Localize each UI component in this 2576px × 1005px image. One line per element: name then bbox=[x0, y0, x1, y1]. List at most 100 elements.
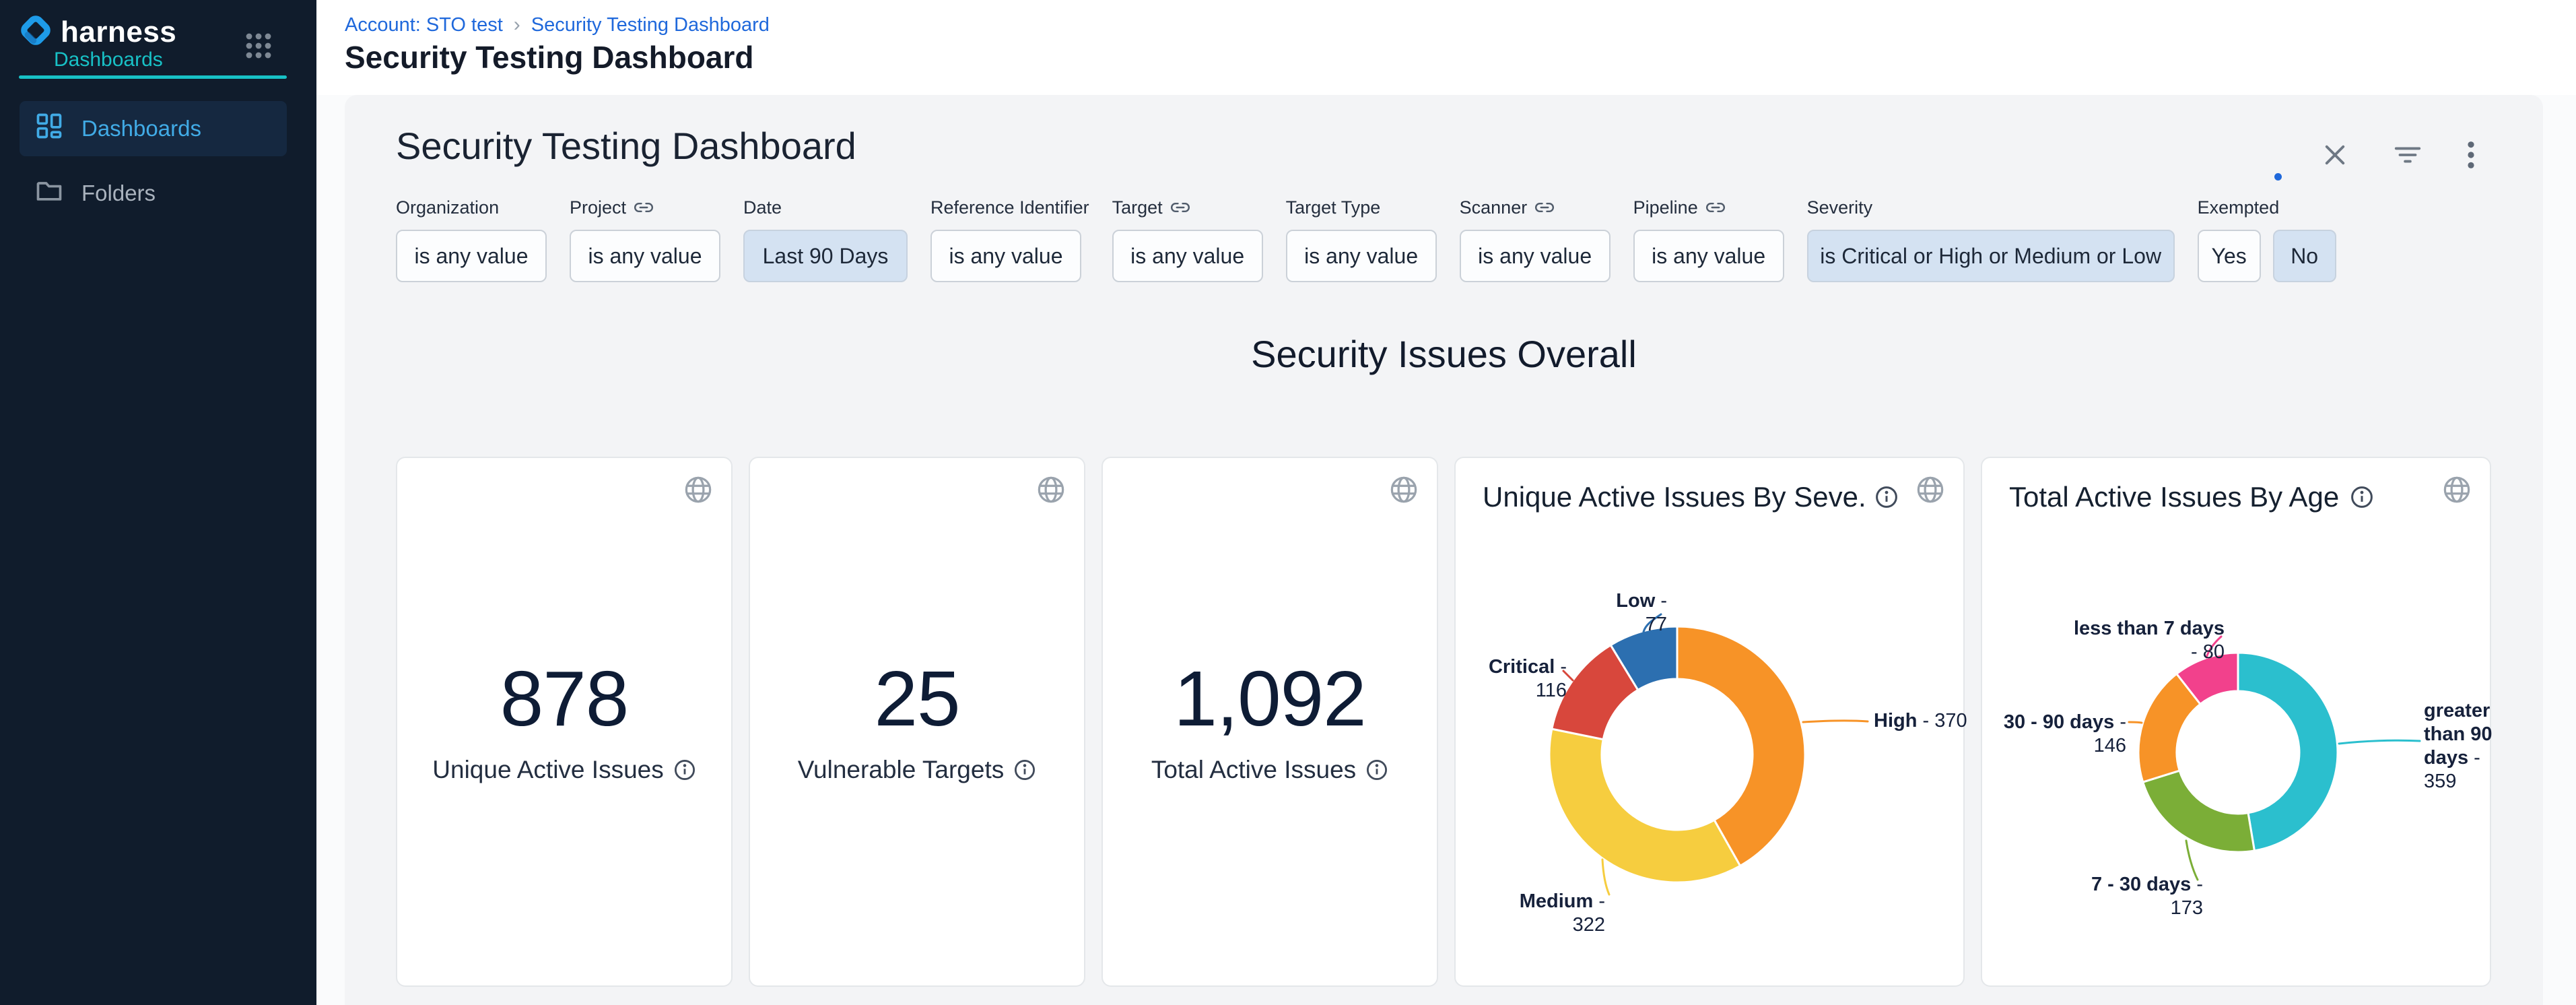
chart-title: Unique Active Issues By Seve... bbox=[1483, 481, 1864, 513]
kebab-menu-icon[interactable] bbox=[2466, 139, 2476, 170]
filter-value-scanner[interactable]: is any value bbox=[1460, 230, 1611, 282]
filter-value-organization[interactable]: is any value bbox=[396, 230, 547, 282]
stat-value: 25 bbox=[750, 653, 1084, 744]
breadcrumb: Account: STO test › Security Testing Das… bbox=[345, 13, 770, 36]
close-icon[interactable] bbox=[2321, 141, 2349, 169]
top-header: Account: STO test › Security Testing Das… bbox=[316, 0, 2576, 95]
filter-scanner: Scanner is any value bbox=[1460, 196, 1611, 282]
stat-label: Unique Active Issues bbox=[397, 756, 731, 784]
filter-label-text: Pipeline bbox=[1633, 197, 1698, 218]
donut-slice-7-30-days[interactable] bbox=[2143, 771, 2255, 852]
filter-label: Severity bbox=[1807, 196, 2175, 219]
dashboard-actions bbox=[2321, 139, 2476, 170]
donut-slice-medium[interactable] bbox=[1549, 729, 1740, 882]
info-icon[interactable] bbox=[1874, 485, 1899, 509]
filter-exempted: Exempted YesNo bbox=[2198, 196, 2336, 282]
globe-icon[interactable] bbox=[1388, 474, 1419, 509]
section-title: Security Issues Overall bbox=[345, 332, 2543, 377]
harness-logo[interactable]: harness bbox=[18, 12, 176, 52]
filter-date: Date Last 90 Days bbox=[743, 196, 908, 282]
link-icon[interactable] bbox=[1171, 198, 1190, 217]
info-icon[interactable] bbox=[673, 758, 696, 781]
donut-label-less-than-7-days: less than 7 days - 80 bbox=[2066, 617, 2225, 664]
filter-lines-icon[interactable] bbox=[2392, 139, 2423, 170]
chart-title: Total Active Issues By Age bbox=[2009, 481, 2339, 513]
page-title: Security Testing Dashboard bbox=[345, 39, 754, 75]
filter-value-target[interactable]: is any value bbox=[1112, 230, 1263, 282]
sidebar-item-dashboards[interactable]: Dashboards bbox=[20, 101, 287, 156]
donut-label-critical: Critical - 116 bbox=[1464, 655, 1567, 703]
globe-icon[interactable] bbox=[683, 474, 714, 509]
stat-card-unique-active-issues: 878 Unique Active Issues bbox=[396, 457, 733, 987]
sidebar-item-label: Folders bbox=[81, 181, 156, 206]
donut-label-low: Low - 77 bbox=[1592, 589, 1667, 637]
globe-icon[interactable] bbox=[2441, 474, 2472, 509]
donut-label-high: High - 370 bbox=[1874, 709, 1975, 733]
filter-target-type: Target Typeis any value bbox=[1286, 196, 1437, 282]
link-icon[interactable] bbox=[1706, 198, 1725, 217]
dashboard-grid-icon bbox=[34, 111, 64, 146]
filter-pipeline: Pipeline is any value bbox=[1633, 196, 1784, 282]
donut-label-medium: Medium - 322 bbox=[1496, 890, 1605, 937]
filter-label: Target bbox=[1112, 196, 1263, 219]
label-leader-line bbox=[2339, 740, 2420, 744]
donut-chart: High - 370Medium - 322Critical - 116Low … bbox=[1456, 519, 1963, 985]
filter-label: Organization bbox=[396, 196, 547, 219]
module-underline bbox=[19, 75, 287, 79]
filter-value-project[interactable]: is any value bbox=[570, 230, 720, 282]
filter-label-text: Reference Identifier bbox=[930, 197, 1089, 218]
sidebar-nav: Dashboards Folders bbox=[20, 101, 287, 221]
breadcrumb-account-link[interactable]: Account: STO test bbox=[345, 14, 503, 36]
harness-logo-icon bbox=[18, 12, 54, 52]
filter-organization: Organization is any value bbox=[396, 196, 547, 282]
donut-label-30-90-days: 30 - 90 days - 146 bbox=[1992, 711, 2126, 758]
chart-header: Unique Active Issues By Seve... bbox=[1483, 481, 1899, 513]
exempted-option-yes[interactable]: Yes bbox=[2198, 230, 2261, 282]
info-icon[interactable] bbox=[1365, 758, 1388, 781]
filter-label-text: Organization bbox=[396, 197, 499, 218]
filter-value-pipeline[interactable]: is any value bbox=[1633, 230, 1784, 282]
globe-icon[interactable] bbox=[1915, 474, 1946, 509]
module-label: Dashboards bbox=[54, 48, 163, 71]
exempted-toggle-group: YesNo bbox=[2198, 230, 2336, 282]
info-icon[interactable] bbox=[2350, 485, 2374, 509]
stat-value: 1,092 bbox=[1103, 653, 1437, 744]
filter-value-severity[interactable]: is Critical or High or Medium or Low bbox=[1807, 230, 2175, 282]
info-icon[interactable] bbox=[1013, 758, 1036, 781]
filter-value-target-type[interactable]: is any value bbox=[1286, 230, 1437, 282]
filter-value-reference-identifier[interactable]: is any value bbox=[930, 230, 1081, 282]
sidebar-item-folders[interactable]: Folders bbox=[20, 166, 287, 221]
filter-value-date[interactable]: Last 90 Days bbox=[743, 230, 908, 282]
filter-bar: Organization is any value Project is any va… bbox=[396, 196, 2543, 282]
donut-label-7-30-days: 7 - 30 days - 173 bbox=[2070, 873, 2203, 920]
sidebar: harness Dashboards Dashboards bbox=[0, 0, 316, 1005]
filter-label: Exempted bbox=[2198, 196, 2336, 219]
filter-label: Date bbox=[743, 196, 908, 219]
exempted-option-no[interactable]: No bbox=[2273, 230, 2336, 282]
link-icon[interactable] bbox=[634, 198, 653, 217]
apps-grid-icon[interactable] bbox=[245, 32, 272, 63]
breadcrumb-page-link[interactable]: Security Testing Dashboard bbox=[531, 14, 770, 36]
donut-slice-greater-than-90-days[interactable] bbox=[2238, 653, 2338, 851]
filter-target: Target is any value bbox=[1112, 196, 1263, 282]
filter-label: Reference Identifier bbox=[930, 196, 1089, 219]
filter-label: Scanner bbox=[1460, 196, 1611, 219]
donut-label-greater-than-90-days: greater than 90 days - 359 bbox=[2424, 699, 2495, 793]
filter-label: Project bbox=[570, 196, 720, 219]
filter-severity: Severity is Critical or High or Medium or… bbox=[1807, 196, 2175, 282]
link-icon[interactable] bbox=[1535, 198, 1554, 217]
stat-card-total-active-issues: 1,092 Total Active Issues bbox=[1101, 457, 1438, 987]
donut-chart: greater than 90 days - 3597 - 30 days - … bbox=[1982, 519, 2490, 985]
breadcrumb-chevron-icon: › bbox=[514, 13, 520, 36]
globe-icon[interactable] bbox=[1036, 474, 1066, 509]
sidebar-item-label: Dashboards bbox=[81, 116, 201, 141]
filter-label-text: Scanner bbox=[1460, 197, 1528, 218]
filter-label-text: Date bbox=[743, 197, 782, 218]
filter-label-text: Project bbox=[570, 197, 626, 218]
chart-header: Total Active Issues By Age bbox=[2009, 481, 2425, 513]
stat-label: Total Active Issues bbox=[1103, 756, 1437, 784]
stat-label: Vulnerable Targets bbox=[750, 756, 1084, 784]
filter-reference-identifier: Reference Identifier is any value bbox=[930, 196, 1089, 282]
stat-value: 878 bbox=[397, 653, 731, 744]
filter-label-text: Severity bbox=[1807, 197, 1873, 218]
